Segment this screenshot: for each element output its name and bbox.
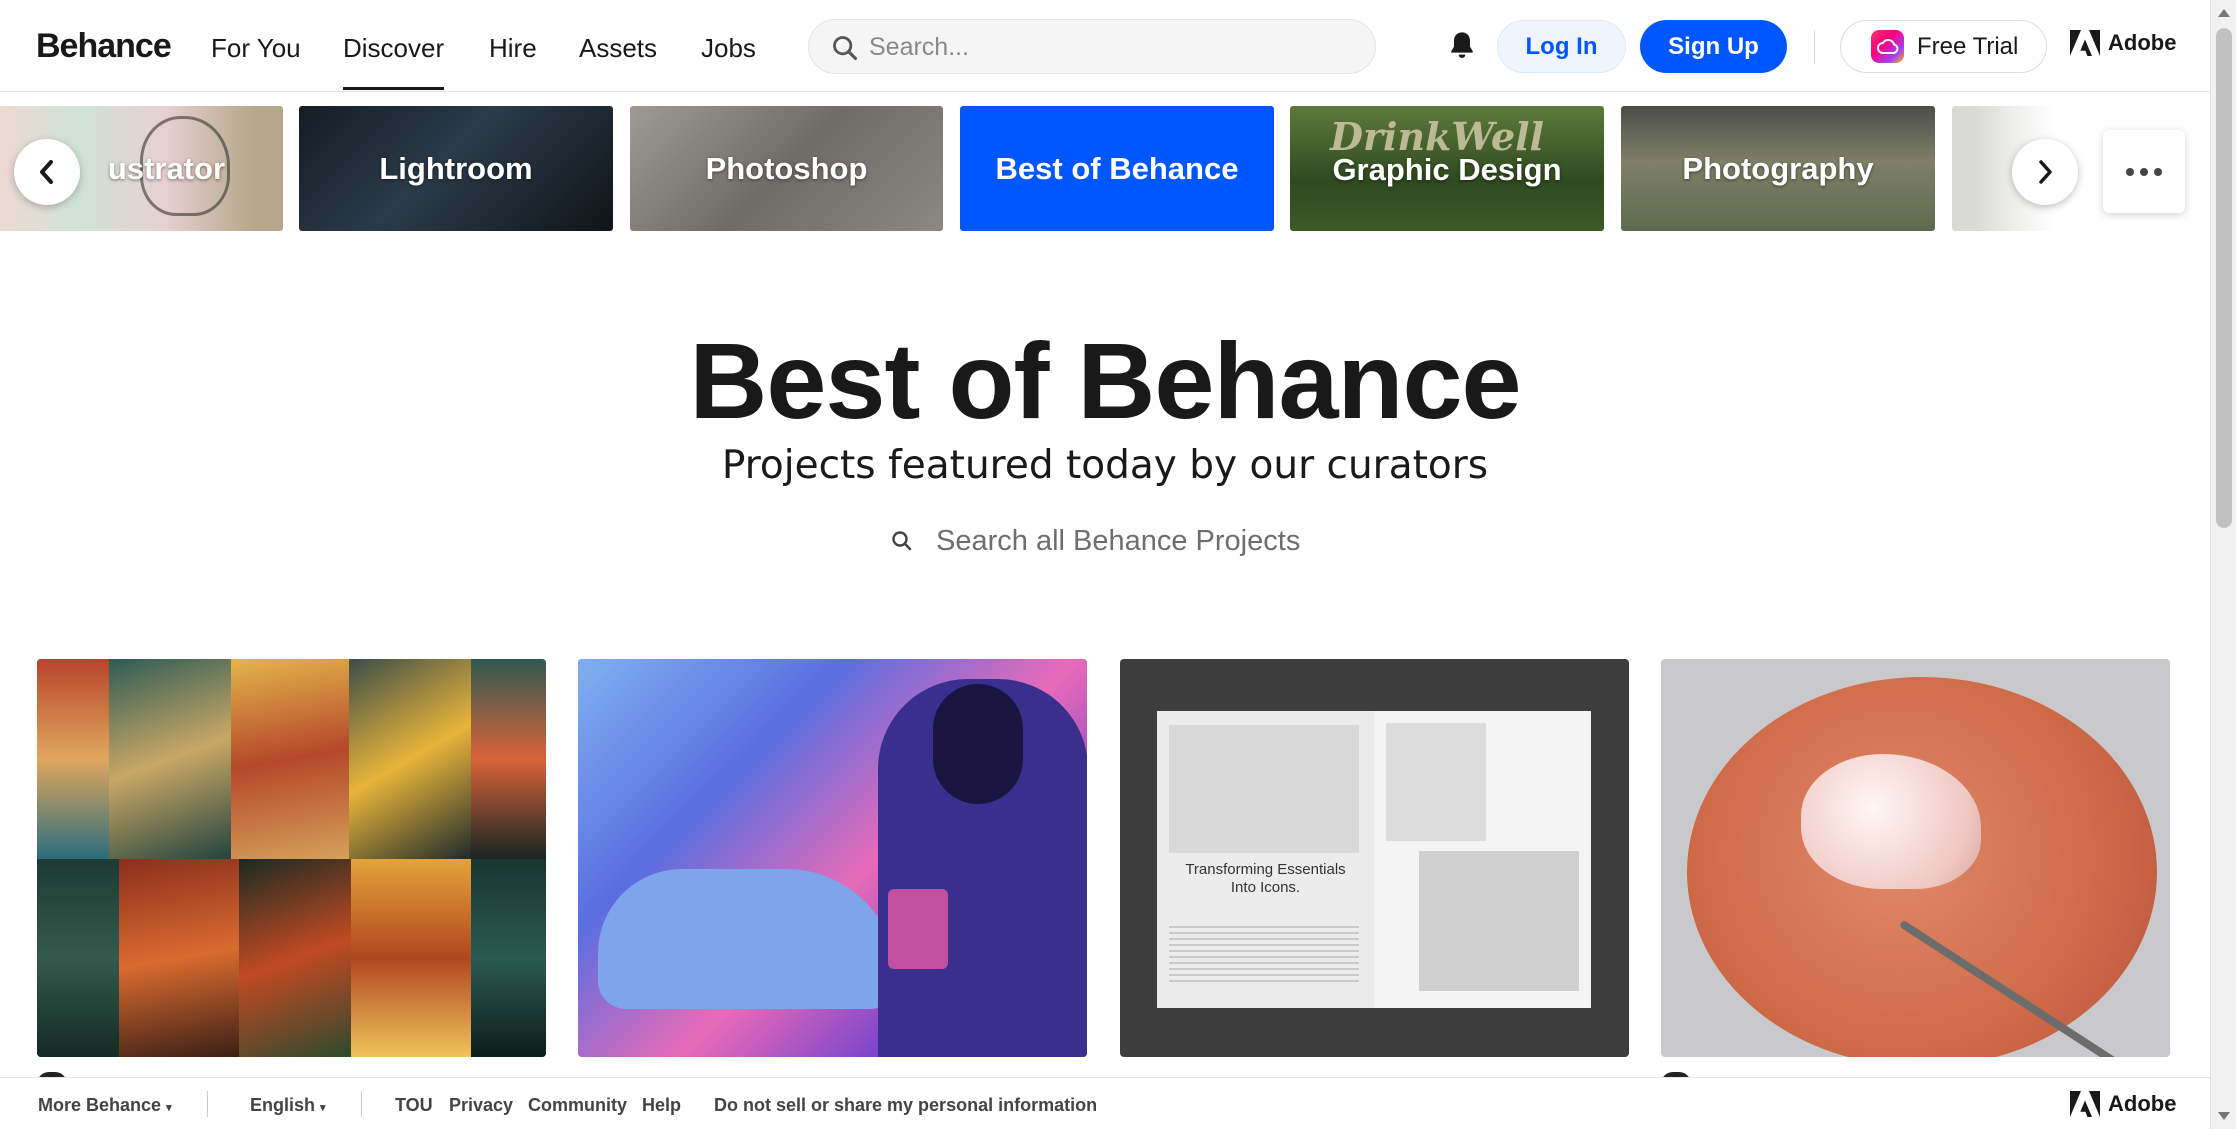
chair-photo [1169, 725, 1359, 853]
page-footer: More Behance ▾ English ▾ TOU Privacy Com… [0, 1077, 2210, 1129]
chevron-left-icon [40, 160, 53, 184]
project-card-dragon-poster-series[interactable] [37, 659, 546, 1057]
login-button[interactable]: Log In [1497, 20, 1626, 73]
adobe-label: Adobe [2108, 1091, 2177, 1116]
armchair-photo [1419, 851, 1579, 991]
search-input[interactable] [869, 28, 1349, 66]
cup-shape [888, 889, 948, 969]
scroll-up-arrow-icon[interactable] [2218, 9, 2230, 17]
nav-assets[interactable]: Assets [579, 33, 657, 64]
footer-divider [207, 1091, 208, 1117]
poster-tile [351, 859, 471, 1057]
adobe-link[interactable]: Adobe [2070, 30, 2176, 56]
project-card-neon-city-illustration[interactable] [578, 659, 1087, 1057]
behance-logo[interactable]: Behance [36, 27, 172, 66]
scroll-down-arrow-icon[interactable] [2218, 1112, 2230, 1120]
magazine-left-page: Transforming Essentials Into Icons. [1157, 711, 1374, 1008]
caret-down-icon: ▾ [320, 1102, 326, 1114]
category-label: Photography [1682, 150, 1874, 186]
poster-tile [239, 859, 351, 1057]
poster-tile [37, 859, 119, 1057]
project-search[interactable] [890, 520, 1340, 562]
creative-cloud-icon [1871, 30, 1904, 63]
poster-tile [231, 659, 349, 859]
top-header: Behance For You Discover Hire Assets Job… [0, 0, 2210, 92]
category-label: Graphic Design [1332, 151, 1562, 187]
more-behance-dropdown[interactable]: More Behance ▾ [38, 1095, 172, 1116]
bell-icon[interactable] [1446, 28, 1478, 62]
language-dropdown[interactable]: English ▾ [250, 1095, 326, 1116]
free-trial-label: Free Trial [1917, 32, 2019, 60]
category-best-of-behance[interactable]: Best of Behance [960, 106, 1274, 231]
search-icon [892, 531, 912, 551]
category-label: ustrator [107, 150, 226, 186]
nav-discover[interactable]: Discover [343, 33, 445, 90]
nav-hire[interactable]: Hire [489, 33, 537, 64]
header-search[interactable] [808, 19, 1376, 74]
magazine-right-page [1374, 711, 1591, 1008]
category-label: Best of Behance [995, 150, 1239, 186]
scrollbar-thumb[interactable] [2216, 28, 2232, 528]
project-card-magazine-spread[interactable]: Transforming Essentials Into Icons. [1120, 659, 1629, 1057]
adobe-logo-icon [2070, 1091, 2100, 1117]
search-icon [833, 36, 858, 61]
more-dot [2140, 167, 2148, 176]
poster-tile [471, 659, 546, 859]
adobe-label: Adobe [2108, 30, 2177, 55]
category-label: Lightroom [379, 150, 533, 186]
carousel-next-button[interactable] [2012, 139, 2078, 205]
more-dot [2154, 167, 2162, 176]
figure-hair [933, 684, 1023, 804]
header-divider [1814, 30, 1815, 64]
footer-link-help[interactable]: Help [642, 1095, 681, 1116]
free-trial-button[interactable]: Free Trial [1840, 20, 2047, 73]
language-label: English [250, 1095, 316, 1115]
body-text-lines [1169, 926, 1359, 986]
page-title: Best of Behance [689, 320, 1521, 441]
category-photoshop[interactable]: Photoshop [630, 106, 943, 231]
footer-link-do-not-sell[interactable]: Do not sell or share my personal informa… [714, 1095, 1097, 1116]
adobe-logo-icon [2070, 30, 2100, 56]
nav-for-you[interactable]: For You [211, 33, 301, 64]
chevron-right-icon [2039, 160, 2052, 184]
poster-tile [349, 659, 471, 859]
category-graphic-design[interactable]: DrinkWell Graphic Design [1290, 106, 1604, 231]
page-subtitle: Projects featured today by our curators [721, 443, 1489, 488]
footer-link-privacy[interactable]: Privacy [449, 1095, 513, 1116]
category-carousel: ustrator Lightroom Photoshop Best of Beh… [0, 106, 2060, 232]
project-card-food-plate-photo[interactable] [1661, 659, 2170, 1057]
spread-headline: Transforming Essentials Into Icons. [1185, 861, 1346, 896]
project-search-input[interactable] [936, 524, 1336, 558]
footer-link-community[interactable]: Community [528, 1095, 627, 1116]
stool-photo [1386, 723, 1486, 841]
poster-tile [109, 659, 231, 859]
category-label: Photoshop [705, 150, 868, 186]
category-lightroom[interactable]: Lightroom [299, 106, 613, 231]
caret-down-icon: ▾ [166, 1102, 172, 1114]
poster-tile [37, 659, 109, 859]
poster-tile [471, 859, 546, 1057]
footer-divider [361, 1091, 362, 1117]
more-behance-label: More Behance [38, 1095, 162, 1115]
page-scrollbar[interactable] [2210, 0, 2236, 1129]
adobe-footer-link[interactable]: Adobe [2070, 1091, 2176, 1117]
carousel-prev-button[interactable] [14, 139, 80, 205]
poster-tile [119, 859, 239, 1057]
category-photography[interactable]: Photography [1621, 106, 1935, 231]
signup-button[interactable]: Sign Up [1640, 20, 1787, 73]
more-categories-button[interactable] [2103, 130, 2185, 213]
footer-link-tou[interactable]: TOU [395, 1095, 433, 1116]
nav-jobs[interactable]: Jobs [701, 33, 756, 64]
more-dot [2126, 167, 2134, 176]
